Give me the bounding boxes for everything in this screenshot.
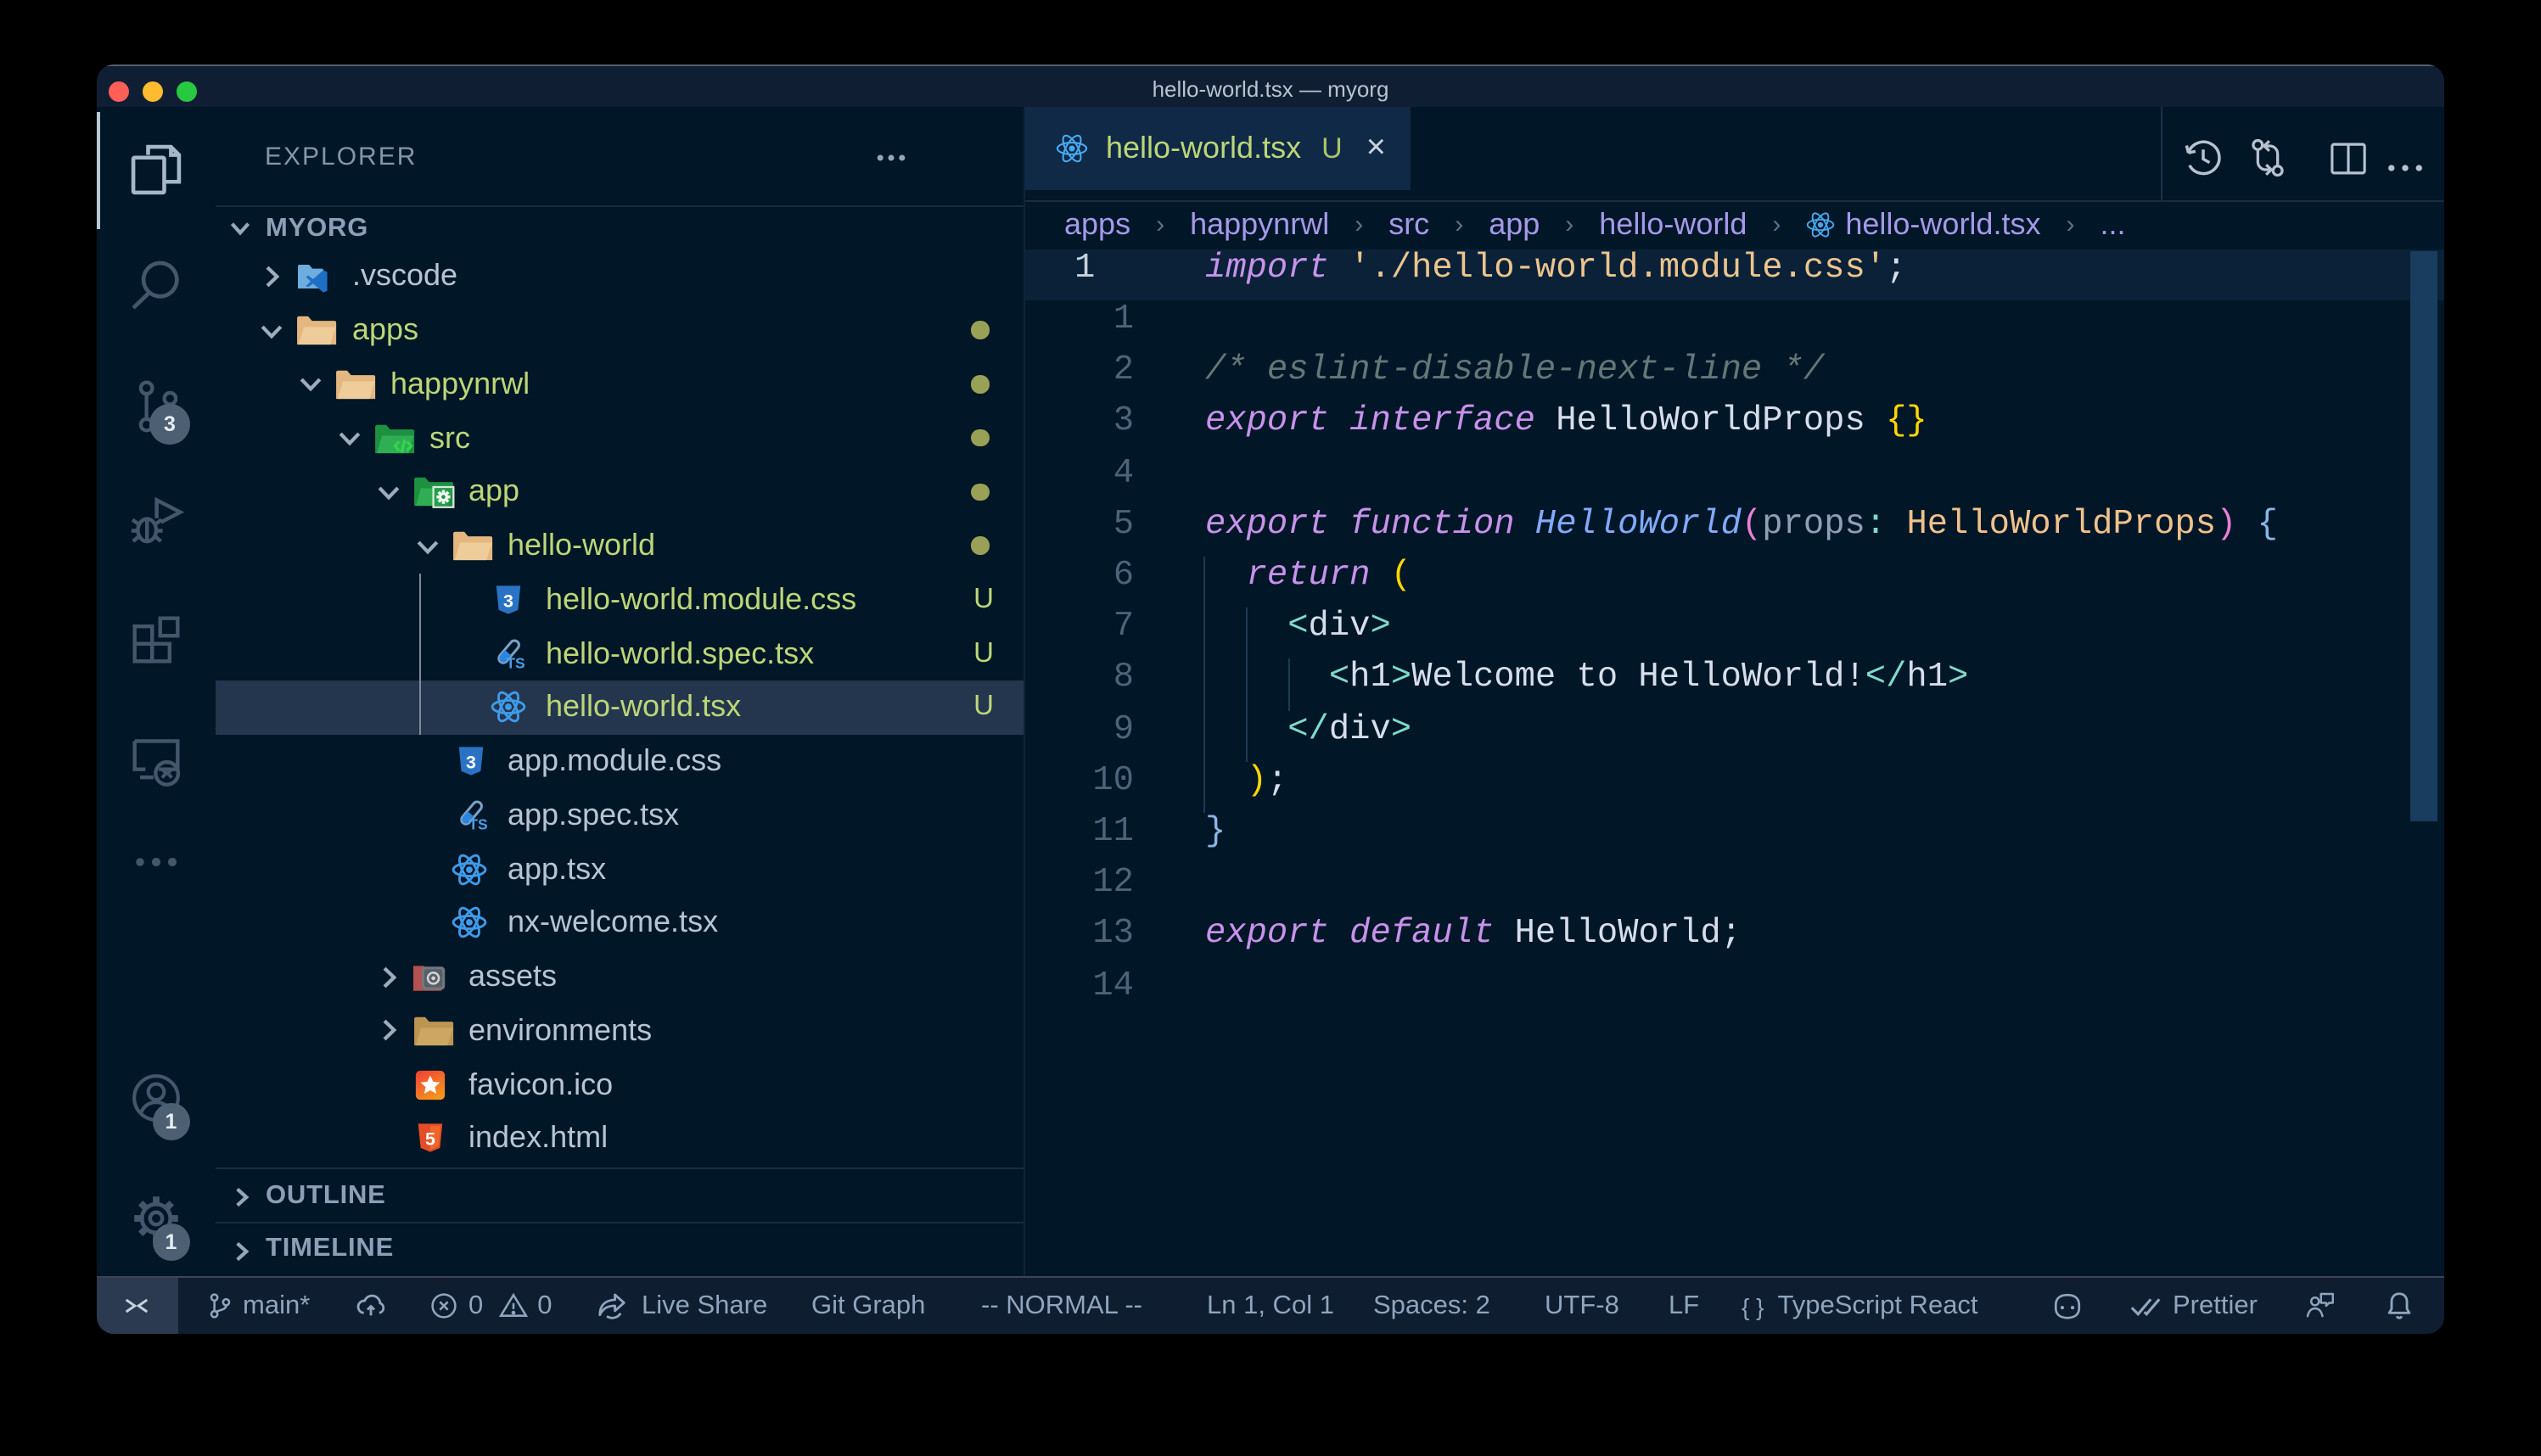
svg-text:3: 3 bbox=[465, 753, 475, 773]
svg-text:5: 5 bbox=[424, 1129, 435, 1150]
svg-text:TS: TS bbox=[506, 655, 524, 671]
svg-text:TS: TS bbox=[468, 816, 486, 832]
svg-text:3: 3 bbox=[503, 591, 513, 611]
